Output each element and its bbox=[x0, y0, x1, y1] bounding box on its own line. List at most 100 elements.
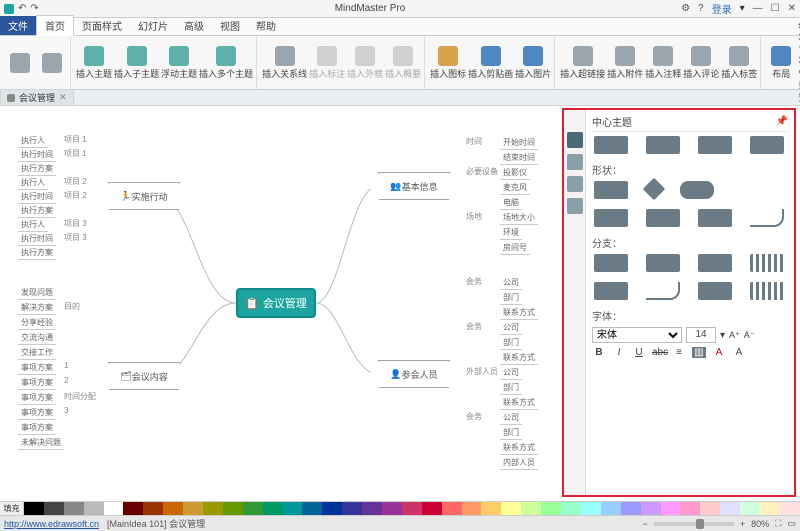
italic-button[interactable]: I bbox=[612, 347, 626, 358]
shape-option[interactable] bbox=[643, 178, 666, 201]
undo-icon[interactable]: ↶ bbox=[18, 3, 26, 14]
color-swatch[interactable] bbox=[104, 502, 124, 515]
font-size-input[interactable]: 14 bbox=[686, 327, 716, 343]
insert-attachment-button[interactable]: 插入附件 bbox=[607, 46, 643, 80]
panel-tab-layout[interactable] bbox=[567, 154, 583, 170]
leaf-node[interactable]: 执行方案 bbox=[18, 246, 56, 260]
shape-option[interactable] bbox=[750, 209, 784, 227]
color-swatch[interactable] bbox=[740, 502, 760, 515]
leaf-node[interactable]: 投影仪 bbox=[500, 166, 530, 180]
leaf-node[interactable]: 内部人员 bbox=[500, 456, 538, 470]
shape-option[interactable] bbox=[732, 181, 766, 199]
leaf-node[interactable]: 事项方案 bbox=[18, 391, 56, 405]
color-swatch[interactable] bbox=[561, 502, 581, 515]
fullscreen-icon[interactable]: ▭ bbox=[787, 518, 796, 529]
insert-clipart-button[interactable]: 插入剪贴画 bbox=[468, 46, 513, 80]
branch-option[interactable] bbox=[594, 254, 628, 272]
branch-sw[interactable]: 🗂 会议内容 bbox=[108, 362, 180, 390]
font-color-button[interactable]: A bbox=[712, 347, 726, 358]
color-swatch[interactable] bbox=[382, 502, 402, 515]
leaf-node[interactable]: 公司 bbox=[500, 321, 522, 335]
color-swatch[interactable] bbox=[661, 502, 681, 515]
color-swatch[interactable] bbox=[64, 502, 84, 515]
branch-ne[interactable]: 👥 基本信息 bbox=[378, 172, 450, 200]
leaf-node[interactable]: 事项方案 bbox=[18, 406, 56, 420]
insert-hyperlink-button[interactable]: 插入超链接 bbox=[560, 46, 605, 80]
leaf-node[interactable]: 联系方式 bbox=[500, 351, 538, 365]
color-swatch[interactable] bbox=[641, 502, 661, 515]
leaf-node[interactable]: 结束时间 bbox=[500, 151, 538, 165]
color-swatch[interactable] bbox=[203, 502, 223, 515]
insert-image-button[interactable]: 插入图片 bbox=[515, 46, 551, 80]
insert-boundary-button[interactable]: 插入外框 bbox=[347, 46, 383, 80]
branch-option[interactable] bbox=[698, 254, 732, 272]
panel-pin-icon[interactable]: 📌 bbox=[776, 116, 788, 127]
close-icon[interactable]: ✕ bbox=[788, 3, 796, 14]
insert-topic-button[interactable]: 插入主题 bbox=[76, 46, 112, 80]
branch-option[interactable] bbox=[646, 254, 680, 272]
leaf-node[interactable]: 执行方案 bbox=[18, 162, 56, 176]
leaf-node[interactable]: 执行人 bbox=[18, 134, 48, 148]
tab-view[interactable]: 视图 bbox=[212, 16, 248, 35]
leaf-node[interactable]: 环境 bbox=[500, 226, 522, 240]
color-swatch[interactable] bbox=[163, 502, 183, 515]
align-button[interactable]: ≡ bbox=[672, 347, 686, 358]
color-swatch[interactable] bbox=[780, 502, 800, 515]
redo-icon[interactable]: ↷ bbox=[30, 3, 38, 14]
font-increase-button[interactable]: A⁺ bbox=[729, 330, 740, 341]
leaf-node[interactable]: 交接工作 bbox=[18, 346, 56, 360]
font-decrease-button[interactable]: A⁻ bbox=[744, 330, 755, 341]
highlight-button[interactable]: ▥ bbox=[692, 347, 706, 358]
insert-note-button[interactable]: 插入注释 bbox=[645, 46, 681, 80]
branch-option[interactable] bbox=[646, 282, 680, 300]
leaf-node[interactable]: 房间号 bbox=[500, 241, 530, 255]
leaf-node[interactable]: 执行时间 bbox=[18, 148, 56, 162]
color-swatch[interactable] bbox=[481, 502, 501, 515]
color-swatch[interactable] bbox=[680, 502, 700, 515]
clipboard-button[interactable] bbox=[37, 53, 67, 73]
color-swatch[interactable] bbox=[362, 502, 382, 515]
color-swatch[interactable] bbox=[143, 502, 163, 515]
color-swatch[interactable] bbox=[760, 502, 780, 515]
strike-button[interactable]: abc bbox=[652, 347, 666, 358]
status-url[interactable]: http://www.edrawsoft.cn bbox=[4, 519, 99, 529]
leaf-node[interactable]: 联系方式 bbox=[500, 441, 538, 455]
insert-tag-button[interactable]: 插入标签 bbox=[721, 46, 757, 80]
color-swatch[interactable] bbox=[700, 502, 720, 515]
insert-callout-button[interactable]: 插入标注 bbox=[309, 46, 345, 80]
color-swatch[interactable] bbox=[24, 502, 44, 515]
color-swatch[interactable] bbox=[322, 502, 342, 515]
help-icon[interactable]: ? bbox=[698, 3, 704, 14]
color-swatch[interactable] bbox=[84, 502, 104, 515]
panel-tab-shape[interactable] bbox=[567, 176, 583, 192]
shape-option[interactable] bbox=[680, 181, 714, 199]
shape-option[interactable] bbox=[594, 181, 628, 199]
leaf-node[interactable]: 事项方案 bbox=[18, 361, 56, 375]
shape-option[interactable] bbox=[594, 209, 628, 227]
branch-option[interactable] bbox=[750, 282, 784, 300]
color-swatch[interactable] bbox=[581, 502, 601, 515]
leaf-node[interactable]: 部门 bbox=[500, 426, 522, 440]
color-swatch[interactable] bbox=[720, 502, 740, 515]
insert-subtopic-button[interactable]: 插入子主题 bbox=[114, 46, 159, 80]
branch-se[interactable]: 👤 参会人员 bbox=[378, 360, 450, 388]
color-swatch[interactable] bbox=[621, 502, 641, 515]
panel-tab-page[interactable] bbox=[567, 198, 583, 214]
branch-option[interactable] bbox=[698, 282, 732, 300]
tab-help[interactable]: 帮助 bbox=[248, 16, 284, 35]
paste-button[interactable] bbox=[5, 53, 35, 73]
tab-page-style[interactable]: 页面样式 bbox=[74, 16, 130, 35]
bold-button[interactable]: B bbox=[592, 347, 606, 358]
color-swatch[interactable] bbox=[243, 502, 263, 515]
leaf-node[interactable]: 公司 bbox=[500, 411, 522, 425]
insert-comment-button[interactable]: 插入评论 bbox=[683, 46, 719, 80]
color-swatch[interactable] bbox=[521, 502, 541, 515]
leaf-node[interactable]: 发现问题 bbox=[18, 286, 56, 300]
branch-option[interactable] bbox=[750, 254, 784, 272]
color-swatch[interactable] bbox=[302, 502, 322, 515]
color-swatch[interactable] bbox=[342, 502, 362, 515]
leaf-node[interactable]: 部门 bbox=[500, 291, 522, 305]
leaf-node[interactable]: 电脑 bbox=[500, 196, 522, 210]
shape-option[interactable] bbox=[698, 209, 732, 227]
layout-button[interactable]: 布局 bbox=[766, 46, 796, 80]
